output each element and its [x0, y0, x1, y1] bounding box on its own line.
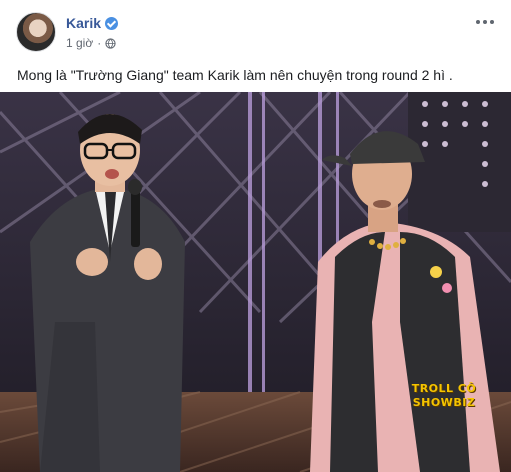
author-avatar[interactable] [16, 12, 56, 52]
post-timestamp[interactable]: 1 giờ [66, 36, 93, 50]
post-photo[interactable]: TROLL CÔ SHOWBIZ [0, 92, 511, 472]
more-options-icon [476, 20, 480, 24]
more-options-button[interactable] [471, 12, 499, 32]
photo-scene [0, 92, 511, 472]
globe-icon[interactable] [105, 37, 116, 49]
meta-separator: · [97, 36, 102, 50]
post-meta: 1 giờ · [66, 36, 116, 50]
verified-badge-icon [105, 16, 119, 30]
author-row: Karik [66, 14, 119, 32]
post-header: Karik 1 giờ · [0, 0, 511, 60]
post-text: Mong là "Trường Giang" team Karik làm nê… [17, 67, 453, 83]
photo-watermark: TROLL CÔ SHOWBIZ [411, 382, 477, 409]
author-name[interactable]: Karik [66, 15, 101, 31]
